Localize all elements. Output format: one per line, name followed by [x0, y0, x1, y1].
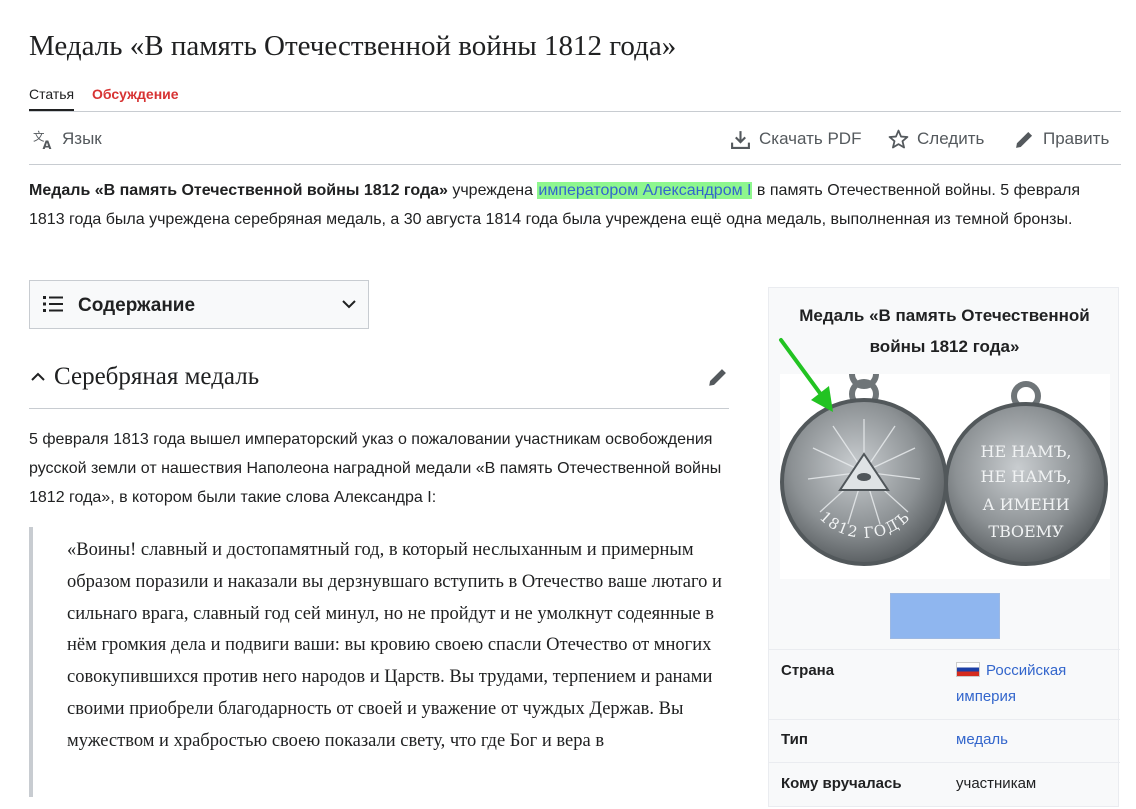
pencil-icon [1016, 131, 1033, 148]
quote-text: «Воины! славный и достопамятный год, в к… [67, 540, 722, 751]
infobox-value-type[interactable]: медаль [956, 727, 1106, 753]
infobox-value-awarded-to: участникам [956, 775, 1037, 792]
page-title: Медаль «В память Отечественной войны 181… [29, 30, 677, 62]
infobox-row-awarded-to: Кому вручалась участникам [769, 762, 1120, 809]
language-button[interactable]: 文 A Язык [33, 128, 102, 150]
infobox-row-type: Тип медаль [769, 719, 1120, 760]
tab-talk[interactable]: Обсуждение [92, 84, 179, 109]
medal-ribbon [890, 593, 1000, 639]
medal-reverse-line-3: А ИМЕНИ [982, 495, 1069, 514]
download-icon [731, 130, 750, 149]
star-icon [888, 129, 909, 148]
infobox-label-type: Тип [781, 731, 808, 748]
chevron-up-icon[interactable] [29, 368, 47, 386]
download-pdf-button[interactable]: Скачать PDF [730, 128, 861, 150]
list-icon [43, 296, 63, 312]
lead-text-1: учреждена [447, 182, 538, 199]
svg-text:A: A [42, 137, 51, 149]
toc-label: Содержание [78, 295, 196, 316]
watch-label: Следить [917, 129, 985, 148]
medal-reverse-line-4: ТВОЕМУ [988, 522, 1064, 541]
infobox-value-country[interactable]: Российская империя [956, 658, 1106, 710]
download-pdf-label: Скачать PDF [759, 129, 862, 148]
section-paragraph: 5 февраля 1813 года вышел императорский … [29, 431, 722, 506]
namespace-tabs: Статья Обсуждение [29, 84, 1121, 112]
edit-label: Править [1043, 129, 1110, 148]
page-toolbar: 文 A Язык Скачать PDF Следить Править [29, 112, 1121, 165]
infobox-label-awarded-to: Кому вручалась [781, 775, 902, 792]
blockquote: «Воины! славный и достопамятный год, в к… [29, 527, 733, 797]
infobox-row-country: Страна Российская империя [769, 649, 1120, 716]
link-alexander-i[interactable]: императором Александром I [537, 182, 753, 199]
arrow-icon [779, 338, 833, 412]
lead-bold-title: Медаль «В память Отечественной войны 181… [29, 182, 448, 199]
infobox-label-country: Страна [781, 662, 835, 679]
chevron-down-icon[interactable] [340, 295, 358, 313]
medal-reverse-line-1: НЕ НАМЪ, [981, 442, 1072, 461]
table-of-contents[interactable]: Содержание [29, 280, 369, 329]
section-heading: Серебряная медаль [29, 360, 729, 409]
lead-paragraph: Медаль «В память Отечественной войны 181… [29, 176, 1109, 234]
watch-button[interactable]: Следить [888, 128, 984, 150]
translate-icon: 文 A [33, 129, 51, 149]
pencil-icon[interactable] [707, 366, 729, 388]
medal-reverse-line-2: НЕ НАМЪ, [981, 467, 1072, 486]
tab-article[interactable]: Статья [29, 84, 75, 111]
language-label: Язык [62, 129, 102, 148]
flag-russia-icon [956, 662, 980, 677]
section-heading-text: Серебряная медаль [54, 363, 260, 390]
edit-button[interactable]: Править [1014, 128, 1109, 150]
article-page: Медаль «В память Отечественной войны 181… [29, 0, 1121, 807]
